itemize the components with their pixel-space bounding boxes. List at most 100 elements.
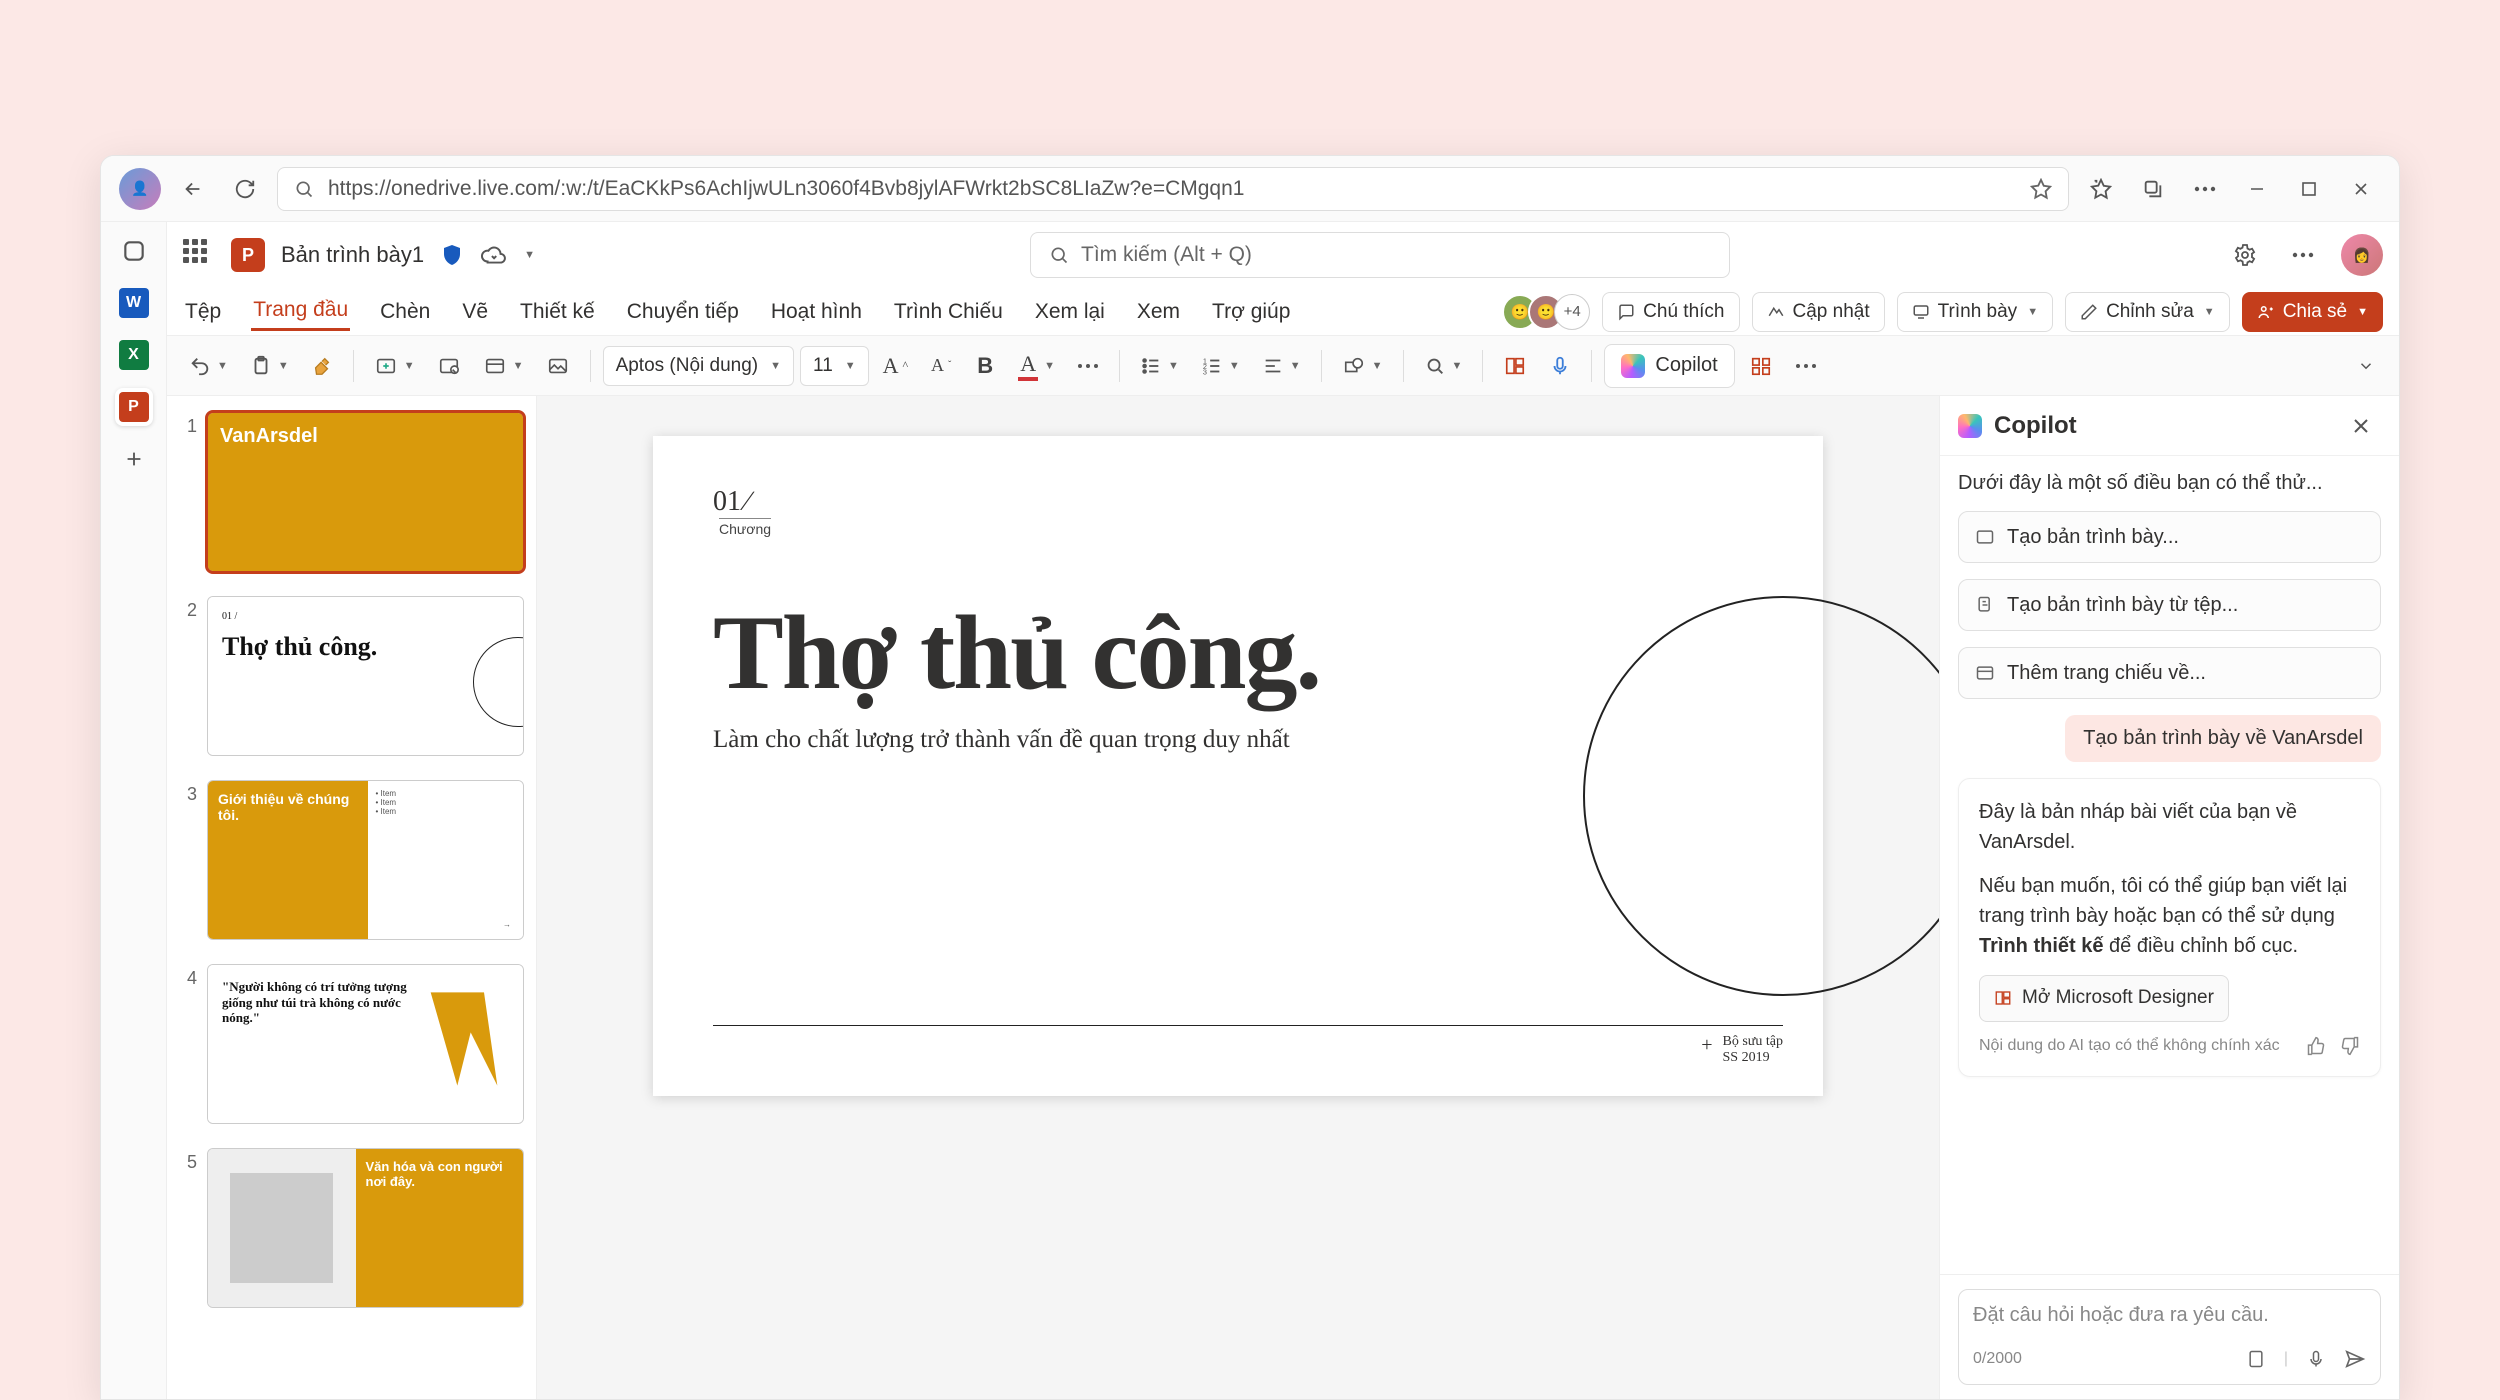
- layout-button[interactable]: ▼: [475, 345, 532, 387]
- tab-draw[interactable]: Vẽ: [460, 294, 490, 330]
- profile-avatar[interactable]: 👤: [119, 168, 161, 210]
- tab-transitions[interactable]: Chuyển tiếp: [625, 294, 741, 330]
- copilot-close-button[interactable]: [2341, 406, 2381, 446]
- back-button[interactable]: [173, 169, 213, 209]
- app-launcher-icon[interactable]: [183, 239, 215, 271]
- undo-button[interactable]: ▼: [181, 345, 236, 387]
- minimize-button[interactable]: [2237, 169, 2277, 209]
- copilot-hint: Dưới đây là một số điều bạn có thể thử..…: [1958, 472, 2381, 495]
- powerpoint-app-icon[interactable]: P: [115, 388, 153, 426]
- catchup-button[interactable]: Cập nhật: [1752, 292, 1885, 332]
- add-app-icon[interactable]: [115, 440, 153, 478]
- account-avatar[interactable]: 👩: [2341, 234, 2383, 276]
- new-slide-button[interactable]: ▼: [366, 345, 423, 387]
- title-dropdown-icon[interactable]: ▼: [524, 249, 535, 261]
- find-button[interactable]: ▼: [1416, 345, 1471, 387]
- powerpoint-logo-icon: P: [231, 238, 265, 272]
- dictate-button[interactable]: [1541, 345, 1579, 387]
- present-button[interactable]: Trình bày▼: [1897, 292, 2053, 332]
- tab-file[interactable]: Tệp: [183, 294, 223, 330]
- open-designer-button[interactable]: Mở Microsoft Designer: [1979, 975, 2229, 1022]
- copilot-ribbon-button[interactable]: Copilot: [1604, 344, 1734, 388]
- designer-button[interactable]: [1495, 345, 1535, 387]
- thumbs-up-button[interactable]: [2306, 1036, 2326, 1056]
- search-box[interactable]: Tìm kiếm (Alt + Q): [1030, 232, 1730, 278]
- svg-text:3: 3: [1203, 367, 1207, 376]
- shapes-button[interactable]: ▼: [1334, 345, 1391, 387]
- favorites-button[interactable]: [2081, 169, 2121, 209]
- close-window-button[interactable]: [2341, 169, 2381, 209]
- document-title[interactable]: Bản trình bày1: [281, 242, 424, 268]
- tab-view[interactable]: Xem: [1135, 294, 1182, 330]
- maximize-button[interactable]: [2289, 169, 2329, 209]
- align-button[interactable]: ▼: [1254, 345, 1309, 387]
- slide-thumb-4[interactable]: "Người không có trí tưởng tượng giống nh…: [207, 964, 524, 1124]
- font-size-select[interactable]: 11▼: [800, 346, 869, 386]
- tab-review[interactable]: Xem lại: [1033, 294, 1107, 330]
- copilot-input-placeholder: Đặt câu hỏi hoặc đưa ra yêu cầu.: [1973, 1304, 2366, 1338]
- copilot-send-icon[interactable]: [2344, 1348, 2366, 1370]
- slide-canvas-area[interactable]: 01 ∕ Chương Thợ thủ công. Làm cho chất l…: [537, 396, 1939, 1399]
- copilot-suggestion-3[interactable]: Thêm trang chiếu về...: [1958, 647, 2381, 699]
- presence-more[interactable]: +4: [1554, 294, 1590, 330]
- refresh-button[interactable]: [225, 169, 265, 209]
- font-family-select[interactable]: Aptos (Nội dung)▼: [603, 346, 794, 386]
- settings-icon[interactable]: [2225, 235, 2265, 275]
- slide-thumb-3[interactable]: Giới thiệu về chúng tôi.• Item• Item• It…: [207, 780, 524, 940]
- app-title-bar: P Bản trình bày1 ▼ Tìm kiếm (Alt + Q) 👩: [167, 222, 2399, 288]
- tab-home[interactable]: Trang đầu: [251, 292, 350, 331]
- address-bar[interactable]: https://onedrive.live.com/:w:/t/EaCKkPs6…: [277, 167, 2069, 211]
- slide-thumb-2[interactable]: 01 /Thợ thủ công.: [207, 596, 524, 756]
- increase-font-button[interactable]: A^: [875, 345, 917, 387]
- app-more-icon[interactable]: [2283, 235, 2323, 275]
- favorite-icon[interactable]: [2030, 178, 2052, 200]
- browser-more-button[interactable]: [2185, 169, 2225, 209]
- copilot-icon: [1958, 414, 1982, 438]
- more-font-button[interactable]: [1069, 345, 1107, 387]
- copilot-book-icon[interactable]: [2246, 1349, 2266, 1369]
- editing-mode-button[interactable]: Chỉnh sửa▼: [2065, 292, 2230, 332]
- copilot-mic-icon[interactable]: [2306, 1349, 2326, 1369]
- tab-animations[interactable]: Hoạt hình: [769, 294, 864, 330]
- copilot-title: Copilot: [1994, 412, 2077, 440]
- browser-sidebar: W X P: [101, 222, 167, 1399]
- share-button[interactable]: Chia sẻ▼: [2242, 292, 2383, 332]
- tab-design[interactable]: Thiết kế: [518, 294, 597, 330]
- ribbon-tabs: Tệp Trang đầu Chèn Vẽ Thiết kế Chuyển ti…: [167, 288, 2399, 336]
- copilot-suggestion-2[interactable]: Tạo bản trình bày từ tệp...: [1958, 579, 2381, 631]
- copilot-input[interactable]: Đặt câu hỏi hoặc đưa ra yêu cầu. 0/2000 …: [1958, 1289, 2381, 1385]
- slide-title[interactable]: Thợ thủ công.: [713, 597, 1763, 708]
- cloud-sync-icon[interactable]: [480, 242, 506, 268]
- bullets-button[interactable]: ▼: [1132, 345, 1187, 387]
- grid-view-button[interactable]: [1741, 345, 1781, 387]
- copilot-suggestion-1[interactable]: Tạo bản trình bày...: [1958, 511, 2381, 563]
- numbering-button[interactable]: 123▼: [1193, 345, 1248, 387]
- paste-button[interactable]: ▼: [242, 345, 297, 387]
- slide-thumb-5[interactable]: Văn hóa và con người nơi đây.: [207, 1148, 524, 1308]
- sensitivity-icon[interactable]: [440, 243, 464, 267]
- excel-app-icon[interactable]: X: [115, 336, 153, 374]
- font-color-button[interactable]: A▼: [1010, 345, 1063, 387]
- tab-slideshow[interactable]: Trình Chiếu: [892, 294, 1005, 330]
- thumbs-down-button[interactable]: [2340, 1036, 2360, 1056]
- decrease-font-button[interactable]: Aˇ: [922, 345, 960, 387]
- toolbar-more-button[interactable]: [1787, 345, 1825, 387]
- format-painter-button[interactable]: [303, 345, 341, 387]
- slide-thumb-1[interactable]: VanArsdel: [207, 412, 524, 572]
- search-icon: [294, 179, 314, 199]
- picture-button[interactable]: [538, 345, 578, 387]
- tab-insert[interactable]: Chèn: [378, 294, 432, 330]
- comments-button[interactable]: Chú thích: [1602, 292, 1739, 332]
- slide-footer: + Bộ sưu tập SS 2019: [713, 1025, 1783, 1066]
- reuse-slides-button[interactable]: [429, 345, 469, 387]
- slide-thumbnails-panel: 1 VanArsdel 2 01 /Thợ thủ công. 3 Giới t…: [167, 396, 537, 1399]
- copilot-input-area: Đặt câu hỏi hoặc đưa ra yêu cầu. 0/2000 …: [1940, 1274, 2399, 1399]
- bold-button[interactable]: B: [966, 345, 1004, 387]
- copilot-pane: Copilot Dưới đây là một số điều bạn có t…: [1939, 396, 2399, 1399]
- sidebar-rounded-icon[interactable]: [115, 232, 153, 270]
- current-slide[interactable]: 01 ∕ Chương Thợ thủ công. Làm cho chất l…: [653, 436, 1823, 1096]
- collapse-ribbon-button[interactable]: [2347, 345, 2385, 387]
- collections-button[interactable]: [2133, 169, 2173, 209]
- word-app-icon[interactable]: W: [115, 284, 153, 322]
- tab-help[interactable]: Trợ giúp: [1210, 294, 1292, 330]
